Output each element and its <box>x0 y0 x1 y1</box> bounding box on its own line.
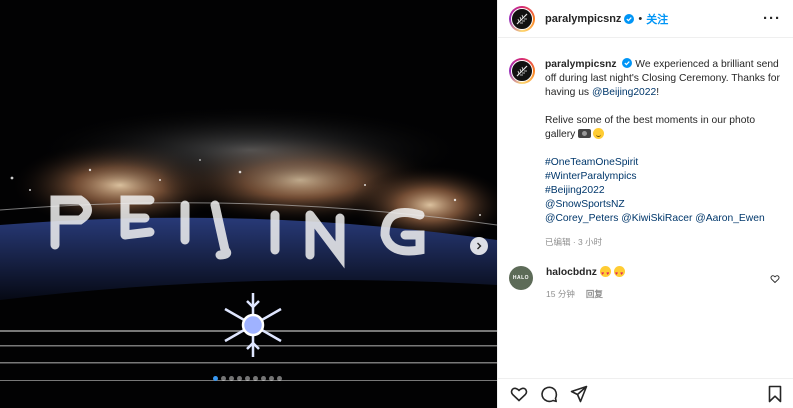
chevron-right-icon <box>477 242 482 250</box>
carousel-dot <box>213 376 218 381</box>
heart-eyes-emoji-icon <box>613 266 625 281</box>
carousel-dot <box>261 376 266 381</box>
carousel-dot <box>245 376 250 381</box>
caption-punct: ! <box>656 87 660 98</box>
follow-button[interactable]: 关注 <box>646 11 668 27</box>
carousel-dot <box>221 376 226 381</box>
more-options-icon[interactable]: ··· <box>763 11 781 26</box>
caption-meta: 已编辑 · 3 小时 <box>545 237 603 247</box>
mention-link[interactable]: @Corey_Peters <box>545 213 618 224</box>
bookmark-icon[interactable] <box>766 385 784 403</box>
hashtag-link[interactable]: #OneTeamOneSpirit <box>545 157 638 168</box>
carousel-dot <box>229 376 234 381</box>
mention-link[interactable]: @SnowSportsNZ <box>545 199 625 210</box>
post-body: paralympicsnz We experienced a brilliant… <box>498 38 793 300</box>
hashtag-link[interactable]: #WinterParalympics <box>545 171 637 182</box>
caption-username[interactable]: paralympicsnz <box>545 59 617 70</box>
carousel-dot <box>237 376 242 381</box>
header-username[interactable]: paralympicsnz <box>545 13 621 25</box>
reply-button[interactable]: 回复 <box>586 288 603 300</box>
post-side-panel: paralympicsnz • 关注 ··· paralympicsnz We … <box>497 0 793 408</box>
carousel-dot <box>277 376 282 381</box>
comment-time: 15 分钟 <box>546 289 575 299</box>
hashtag-link[interactable]: #Beijing2022 <box>545 185 605 196</box>
next-slide-button[interactable] <box>470 237 488 255</box>
heart-icon[interactable] <box>510 385 528 403</box>
mention-link[interactable]: @KiwiSkiRacer <box>621 213 692 224</box>
fern-logo-icon <box>516 13 528 24</box>
avatar[interactable] <box>509 58 535 84</box>
carousel-indicator <box>213 376 282 381</box>
caption-line: Relive some of the best moments in our p… <box>545 115 756 140</box>
post-header: paralympicsnz • 关注 ··· <box>498 0 793 38</box>
post-media[interactable] <box>0 0 497 408</box>
comment-username[interactable]: halocbdnz <box>546 267 597 278</box>
carousel-dot <box>253 376 258 381</box>
carousel-dot <box>269 376 274 381</box>
fireworks-photo <box>0 0 497 408</box>
heart-eyes-emoji-icon <box>599 266 611 281</box>
action-bar <box>498 378 793 408</box>
share-icon[interactable] <box>570 385 588 403</box>
caption-text: paralympicsnz We experienced a brilliant… <box>545 58 782 226</box>
comment: HALO halocbdnz 15 分钟 回复 <box>509 266 782 300</box>
smile-emoji-icon <box>593 128 605 139</box>
verified-badge-icon <box>624 13 635 24</box>
separator: • <box>638 12 643 25</box>
mention-link[interactable]: @Beijing2022 <box>592 87 656 98</box>
mention-link[interactable]: @Aaron_Ewen <box>695 213 764 224</box>
like-heart-icon[interactable] <box>770 274 780 284</box>
fern-logo-icon <box>516 65 528 77</box>
verified-badge-icon <box>622 58 633 68</box>
avatar[interactable]: HALO <box>509 266 533 290</box>
comment-icon[interactable] <box>540 385 558 403</box>
avatar[interactable] <box>509 5 535 32</box>
camera-emoji-icon <box>578 129 592 138</box>
caption: paralympicsnz We experienced a brilliant… <box>509 58 782 226</box>
